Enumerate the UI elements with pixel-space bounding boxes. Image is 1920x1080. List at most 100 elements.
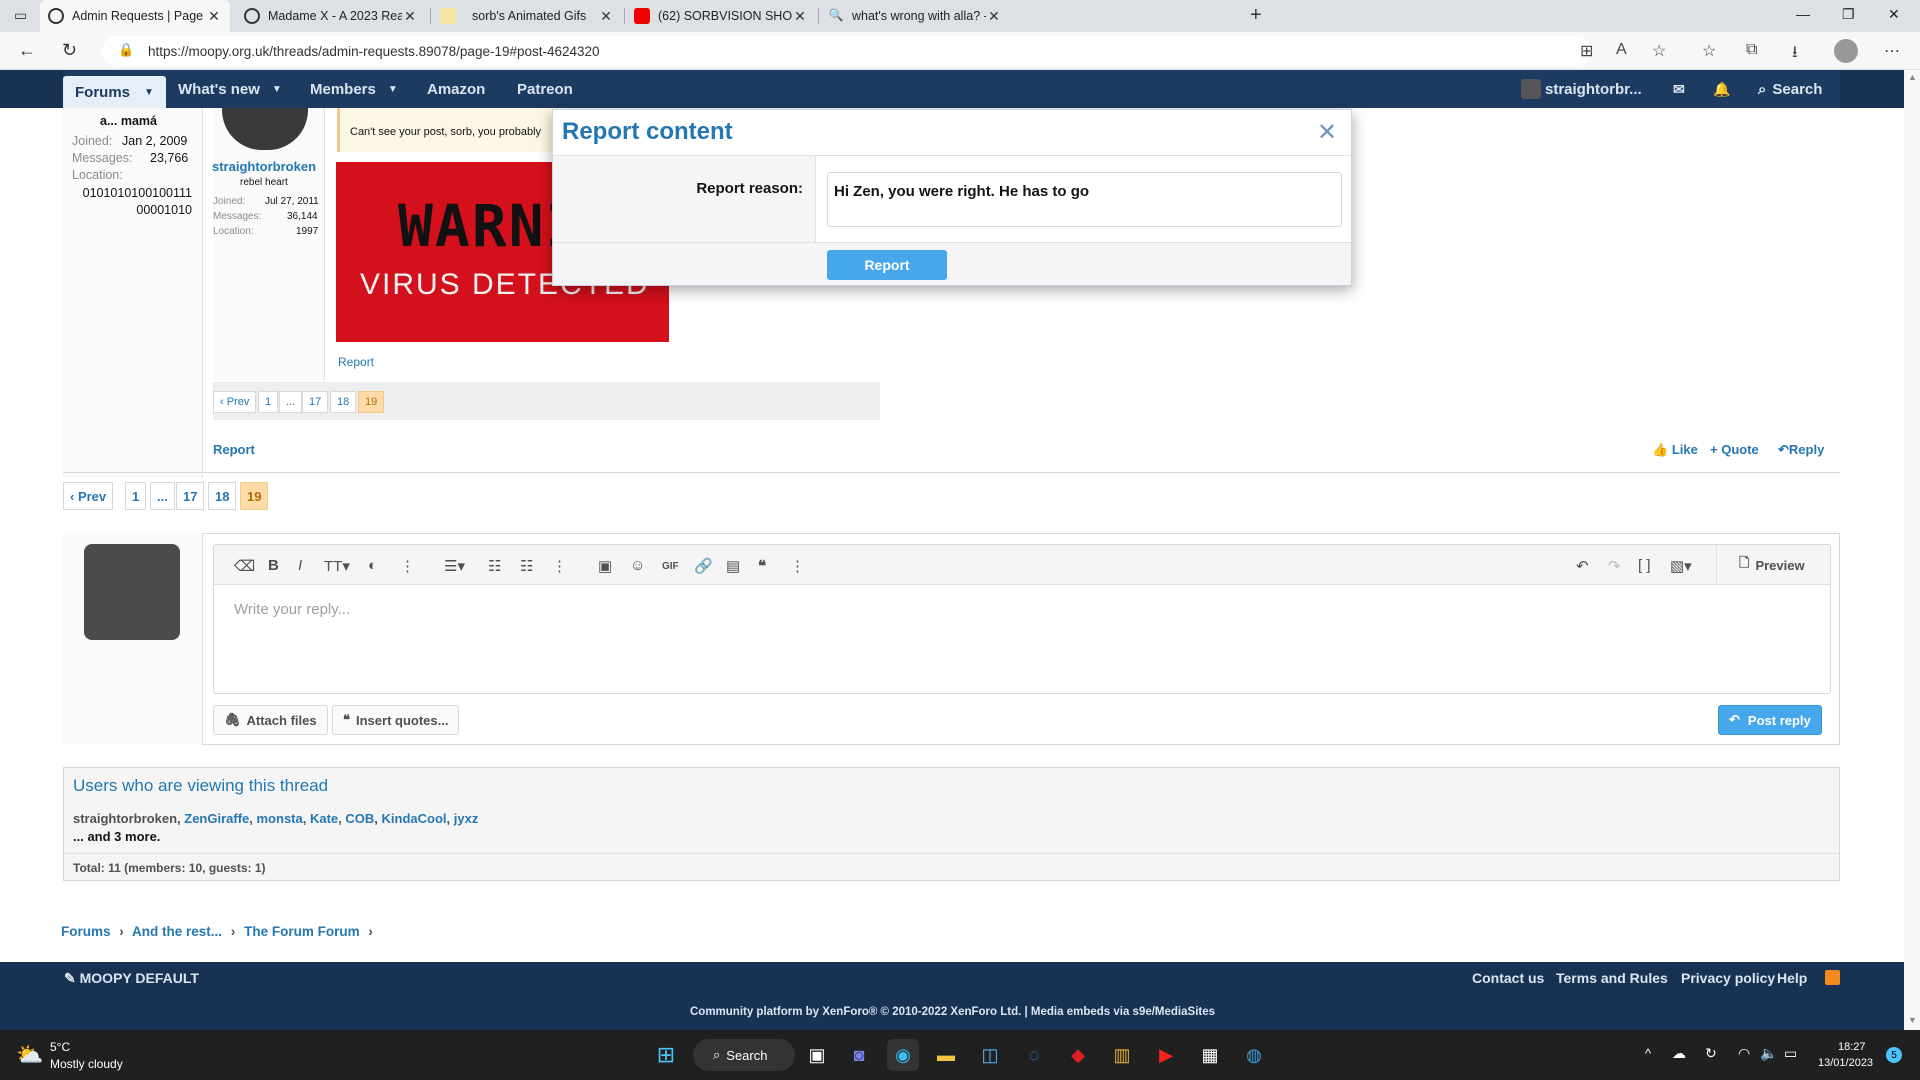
breadcrumb-item[interactable]: Forums: [61, 924, 111, 939]
more-options-icon[interactable]: ⋮: [552, 557, 567, 575]
emoji-icon[interactable]: ☺: [630, 557, 645, 574]
viewer-name[interactable]: Kate: [310, 811, 338, 826]
volume-icon[interactable]: 🔈: [1760, 1045, 1777, 1062]
add-favorite-icon[interactable]: ☆: [1652, 41, 1666, 61]
wifi-icon[interactable]: ◠: [1738, 1045, 1750, 1062]
inbox-icon[interactable]: ✉: [1673, 70, 1685, 108]
nav-amazon[interactable]: Amazon: [427, 70, 485, 108]
report-reason-input[interactable]: Hi Zen, you were right. He has to go: [827, 172, 1342, 227]
reply-button[interactable]: ↶Reply: [1778, 442, 1824, 458]
breadcrumb-item[interactable]: The Forum Forum: [244, 924, 360, 939]
close-tab-icon[interactable]: ✕: [402, 8, 418, 25]
viewer-name[interactable]: jyxz: [454, 811, 479, 826]
reply-input[interactable]: Write your reply...: [234, 601, 350, 618]
attach-files-button[interactable]: 🖇 Attach files: [213, 705, 328, 735]
profile-avatar[interactable]: [1834, 39, 1858, 63]
tab-actions-icon[interactable]: ▭: [14, 7, 27, 24]
italic-icon[interactable]: I: [298, 557, 302, 574]
onedrive-icon[interactable]: ☁: [1672, 1045, 1686, 1062]
viewer-name[interactable]: COB: [345, 811, 374, 826]
nav-search[interactable]: ⌕ Search: [1758, 70, 1822, 108]
report-button[interactable]: Report: [827, 250, 947, 280]
close-window-icon[interactable]: ✕: [1888, 6, 1900, 23]
drafts-icon[interactable]: ▧▾: [1670, 557, 1692, 575]
quote-button[interactable]: + Quote: [1710, 442, 1759, 457]
close-tab-icon[interactable]: ✕: [986, 8, 1002, 25]
gif-icon[interactable]: GIF: [662, 561, 679, 572]
weather-desc[interactable]: Mostly cloudy: [50, 1057, 123, 1071]
image-icon[interactable]: ▣: [598, 557, 612, 575]
tab-sorbvision[interactable]: (62) SORBVISION SHOWCASE #2 ✕: [626, 0, 816, 32]
viewers-more[interactable]: ... and 3 more.: [73, 829, 160, 844]
app-icon[interactable]: ▦: [1194, 1039, 1226, 1071]
read-aloud-icon[interactable]: A: [1616, 41, 1627, 59]
breadcrumb-item[interactable]: And the rest...: [132, 924, 222, 939]
task-view-icon[interactable]: ▣: [801, 1039, 833, 1071]
ordered-list-icon[interactable]: ☷: [488, 557, 501, 575]
style-chooser[interactable]: ✎ MOOPY DEFAULT: [64, 970, 199, 987]
nav-patreon[interactable]: Patreon: [517, 70, 573, 108]
pagination-ellipsis[interactable]: ...: [150, 482, 175, 510]
bold-icon[interactable]: B: [268, 557, 279, 574]
text-size-icon[interactable]: TT▾: [324, 557, 350, 575]
link-icon[interactable]: 🔗: [694, 557, 713, 575]
pagination-current[interactable]: 19: [240, 482, 269, 510]
tab-madame-x[interactable]: Madame X - A 2023 Reappraisal ✕: [236, 0, 426, 32]
close-tab-icon[interactable]: ✕: [206, 8, 222, 25]
nav-forums[interactable]: Forums ▼: [63, 76, 166, 108]
unordered-list-icon[interactable]: ☷: [520, 557, 533, 575]
chevron-down-icon[interactable]: ▼: [388, 84, 398, 95]
color-palette-icon[interactable]: ◐: [368, 557, 377, 574]
teams-icon[interactable]: ◙: [843, 1039, 875, 1071]
chevron-down-icon[interactable]: ▼: [144, 87, 154, 98]
nav-members[interactable]: Members ▼: [310, 70, 398, 108]
pagination-page[interactable]: 1: [258, 391, 279, 413]
app-available-icon[interactable]: ⊞: [1580, 41, 1593, 61]
battery-icon[interactable]: ▭: [1784, 1045, 1797, 1062]
pagination-page[interactable]: 17: [302, 391, 329, 413]
pagination-page[interactable]: 18: [330, 391, 357, 413]
mcafee-icon[interactable]: ◆: [1062, 1039, 1094, 1071]
nav-whats-new[interactable]: What's new ▼: [178, 70, 282, 108]
quoted-username[interactable]: straightorbroken: [212, 159, 316, 174]
report-link[interactable]: Report: [213, 442, 255, 457]
bbcode-icon[interactable]: [ ]: [1638, 557, 1651, 574]
more-menu-icon[interactable]: ⋯: [1884, 41, 1900, 61]
redo-icon[interactable]: ↷: [1608, 557, 1621, 575]
close-icon[interactable]: ✕: [1317, 118, 1337, 147]
pagination-prev[interactable]: ‹ Prev: [63, 482, 114, 510]
chevron-down-icon[interactable]: ▼: [272, 84, 282, 95]
sync-icon[interactable]: ↻: [1705, 1045, 1717, 1062]
weather-temp[interactable]: 5°C: [50, 1040, 70, 1054]
url-field[interactable]: 🔒 https://moopy.org.uk/threads/admin-req…: [102, 36, 1592, 66]
align-icon[interactable]: ☰▾: [444, 557, 465, 575]
like-button[interactable]: 👍 Like: [1652, 442, 1698, 458]
clock-date[interactable]: 13/01/2023: [1818, 1057, 1873, 1069]
pagination-page[interactable]: 18: [208, 482, 237, 510]
reply-editor[interactable]: ⌫ B I TT▾ ◐ ⋮ ☰▾ ☷ ☷ ⋮ ▣ ☺ GIF 🔗 ▤ ❝ ⋮ ↶…: [213, 544, 1831, 694]
quoted-report-link[interactable]: Report: [338, 355, 374, 369]
bell-icon[interactable]: 🔔: [1713, 70, 1730, 108]
scroll-down-icon[interactable]: ▼: [1908, 1015, 1917, 1025]
footer-link-privacy[interactable]: Privacy policy: [1681, 970, 1775, 986]
viewer-name[interactable]: ZenGiraffe: [184, 811, 249, 826]
viewer-name[interactable]: KindaCool: [382, 811, 447, 826]
insert-quotes-button[interactable]: ❝ Insert quotes...: [332, 705, 460, 735]
footer-link-contact[interactable]: Contact us: [1472, 970, 1544, 986]
collections-icon[interactable]: ⧉: [1746, 41, 1757, 59]
weather-icon[interactable]: ⛅: [16, 1042, 43, 1068]
refresh-icon[interactable]: ↻: [62, 40, 77, 61]
taskbar-search[interactable]: ⌕ Search: [693, 1039, 795, 1071]
more-options-icon[interactable]: ⋮: [790, 557, 805, 575]
pagination-ellipsis[interactable]: ...: [279, 391, 303, 413]
pagination-page[interactable]: 1: [125, 482, 147, 510]
tab-sorb-gifs[interactable]: sorb's Animated Gifs ✕: [432, 0, 622, 32]
pagination-page[interactable]: 17: [176, 482, 205, 510]
tab-admin-requests[interactable]: Admin Requests | Page 19 | Moo ✕: [40, 0, 230, 32]
eraser-icon[interactable]: ⌫: [234, 557, 255, 575]
globe-icon[interactable]: ◍: [1238, 1039, 1270, 1071]
rss-icon[interactable]: [1825, 970, 1840, 985]
chevron-up-icon[interactable]: ^: [1645, 1046, 1651, 1061]
downloads-icon[interactable]: ⭳: [1792, 41, 1798, 68]
footer-link-help[interactable]: Help: [1777, 970, 1807, 986]
